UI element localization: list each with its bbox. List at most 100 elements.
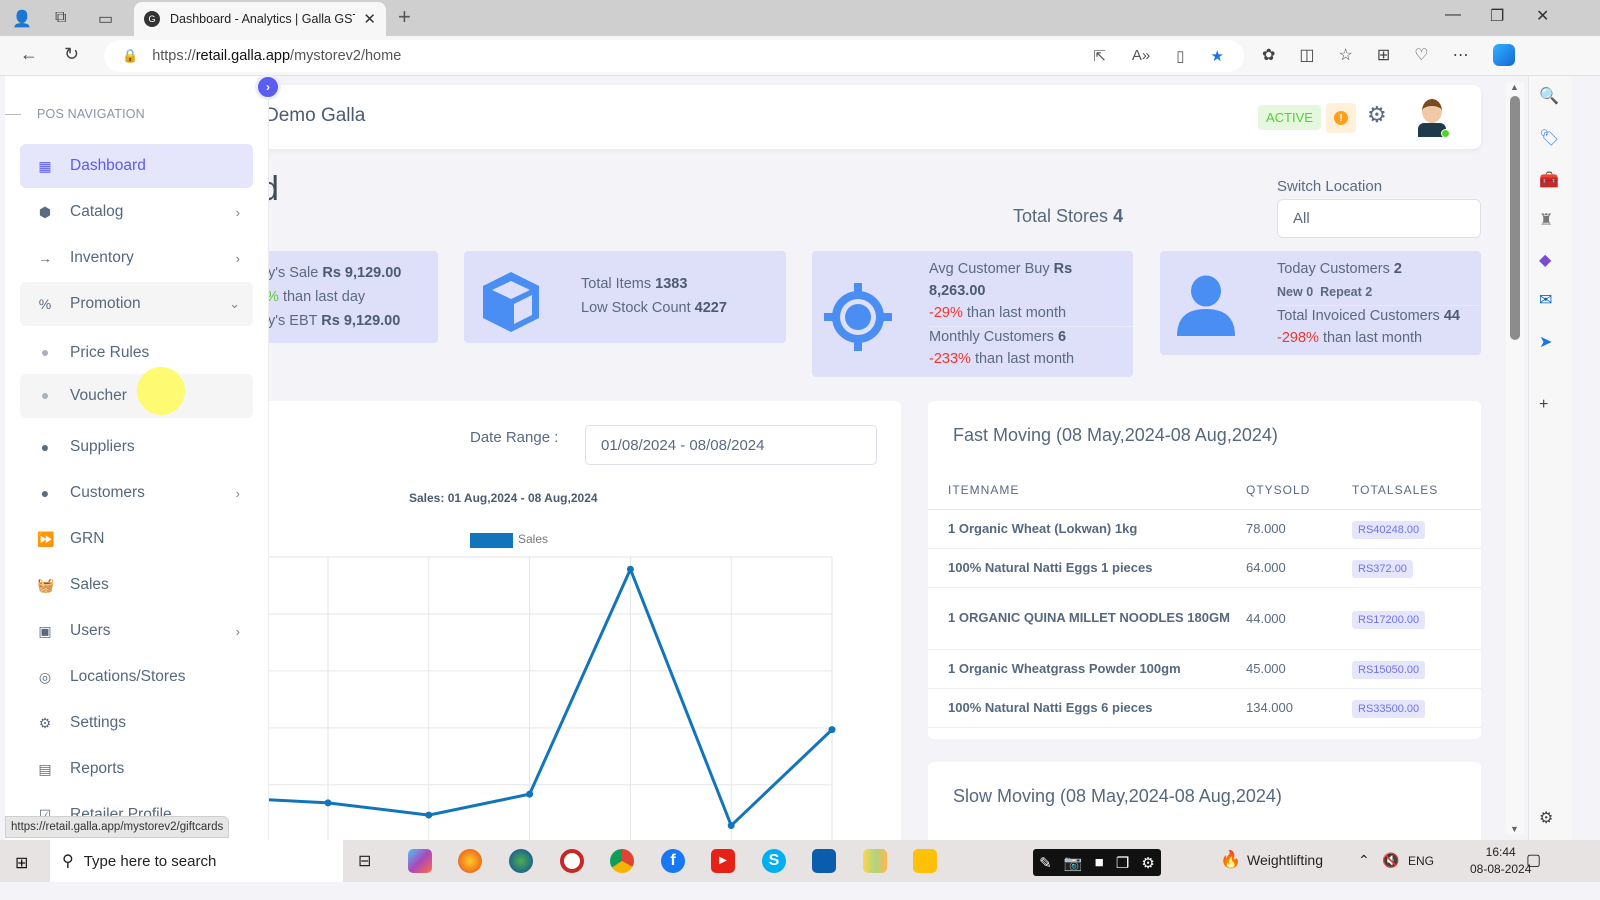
language-indicator[interactable]: ENG bbox=[1408, 854, 1434, 868]
page-scrollbar[interactable]: ▲ ▼ bbox=[1506, 82, 1524, 834]
pen-icon[interactable]: ✎ bbox=[1039, 854, 1052, 872]
sidebar-item-dashboard[interactable]: ▦ Dashboard bbox=[20, 144, 253, 188]
scrollbar-thumb[interactable] bbox=[1510, 96, 1520, 340]
split-screen-icon[interactable]: ◫ bbox=[1299, 45, 1314, 65]
copilot-taskbar-icon[interactable] bbox=[408, 849, 432, 873]
windows-start-icon[interactable]: ⊞ bbox=[15, 853, 28, 873]
switch-location-select[interactable]: All bbox=[1277, 199, 1481, 238]
minimize-button[interactable]: — bbox=[1445, 6, 1461, 24]
cursor-highlight bbox=[137, 367, 185, 415]
favorites-icon[interactable]: ☆ bbox=[1339, 45, 1353, 65]
table-row[interactable]: 1 ORGANIC QUINA MILLET NOODLES 180GM 44.0… bbox=[928, 587, 1481, 650]
notifications-icon[interactable]: ▢ bbox=[1526, 850, 1541, 870]
send-icon[interactable]: ➤ bbox=[1539, 332, 1552, 352]
games-icon[interactable]: ♜ bbox=[1539, 210, 1553, 230]
shopping-tag-icon[interactable]: 🏷 bbox=[1539, 128, 1559, 148]
table-row[interactable]: 100% Natural Natti Eggs 1 pieces 64.000 RS… bbox=[928, 548, 1481, 588]
lock-icon[interactable]: 🔒 bbox=[122, 48, 138, 64]
capture-settings-icon[interactable]: ⚙ bbox=[1141, 854, 1154, 872]
tools-icon[interactable]: 🧰 bbox=[1539, 170, 1559, 190]
sidebar-item-voucher[interactable]: Voucher bbox=[20, 374, 253, 418]
volume-muted-icon[interactable]: 🔇 bbox=[1382, 852, 1399, 869]
legend-swatch-sales[interactable] bbox=[470, 533, 513, 548]
taskbar-search-box[interactable]: ⚲ Type here to search bbox=[50, 840, 343, 882]
sidebar-item-sales[interactable]: 🧺 Sales bbox=[20, 563, 253, 607]
store-icon[interactable] bbox=[812, 849, 836, 873]
sidebar-item-suppliers[interactable]: ● Suppliers bbox=[20, 425, 253, 469]
microsoft365-icon[interactable]: ◆ bbox=[1539, 250, 1551, 270]
edge-icon[interactable] bbox=[509, 849, 533, 873]
sidebar-item-price-rules[interactable]: Price Rules bbox=[20, 331, 253, 375]
weather-icon[interactable]: 🔥 bbox=[1220, 850, 1241, 870]
today-sale-label: y's Sale bbox=[268, 265, 319, 281]
sidebar-item-catalog[interactable]: ⬢ Catalog › bbox=[20, 190, 253, 234]
task-view-icon[interactable]: ⊟ bbox=[358, 851, 371, 871]
close-tab-icon[interactable]: ✕ bbox=[363, 10, 376, 28]
browser-essentials-icon[interactable]: ♡ bbox=[1414, 45, 1428, 65]
recorder-icon[interactable] bbox=[560, 849, 584, 873]
search-icon[interactable]: 🔍 bbox=[1539, 86, 1559, 106]
close-window-button[interactable]: ✕ bbox=[1536, 6, 1549, 26]
profile-icon[interactable]: 👤 bbox=[12, 9, 32, 29]
sidebar-item-label: Locations/Stores bbox=[70, 668, 186, 685]
browser-tab-active[interactable]: G Dashboard - Analytics | Galla GST ✕ bbox=[134, 2, 386, 36]
refresh-button[interactable]: ↻ bbox=[64, 44, 79, 65]
video-icon[interactable]: ■ bbox=[1095, 854, 1104, 871]
sidebar-item-customers[interactable]: ● Customers › bbox=[20, 471, 253, 515]
sale-change-text: than last day bbox=[282, 289, 366, 305]
table-row[interactable]: 1 Organic Wheatgrass Powder 100gm 45.000 R… bbox=[928, 649, 1481, 689]
favorite-star-icon[interactable]: ★ bbox=[1211, 47, 1224, 65]
camera-icon[interactable]: 📷 bbox=[1064, 854, 1083, 872]
file-explorer-icon[interactable] bbox=[913, 849, 937, 873]
sidebar-item-promotion[interactable]: % Promotion ⌄ bbox=[20, 282, 253, 326]
alert-button[interactable]: ! bbox=[1326, 103, 1356, 133]
immersive-reader-icon[interactable]: ▯ bbox=[1176, 47, 1184, 65]
youtube-icon[interactable]: ▶ bbox=[711, 849, 735, 873]
sidebar-item-users[interactable]: ▣ Users › bbox=[20, 609, 253, 653]
settings-gear-icon[interactable]: ⚙ bbox=[1367, 102, 1387, 128]
sidebar-settings-icon[interactable]: ⚙ bbox=[1539, 808, 1553, 828]
items-stat-card: Total Items 1383 Low Stock Count 4227 bbox=[464, 251, 786, 343]
weather-text[interactable]: Weightlifting bbox=[1247, 852, 1323, 868]
open-in-app-icon[interactable]: ⇱ bbox=[1093, 47, 1106, 65]
firefox-icon[interactable] bbox=[458, 849, 482, 873]
table-row[interactable]: 100% Natural Natti Eggs 6 pieces 134.000 R… bbox=[928, 688, 1481, 728]
table-row[interactable]: 1 Organic Wheat (Lokwan) 1kg 78.000 RS4024… bbox=[928, 509, 1481, 549]
sales-data-point[interactable] bbox=[727, 822, 735, 830]
add-sidebar-app-icon[interactable]: + bbox=[1539, 396, 1548, 414]
read-aloud-icon[interactable]: A» bbox=[1132, 47, 1150, 65]
sidebar-item-grn[interactable]: ⏩ GRN bbox=[20, 517, 253, 561]
outlook-icon[interactable]: ✉ bbox=[1539, 290, 1552, 310]
facebook-icon[interactable]: f bbox=[661, 849, 685, 873]
address-bar[interactable]: 🔒 https://retail.galla.app/mystorev2/hom… bbox=[104, 40, 1244, 72]
more-options-icon[interactable]: ⋯ bbox=[1453, 45, 1469, 65]
window-icon[interactable]: ❐ bbox=[1116, 854, 1129, 872]
new-tab-button[interactable]: + bbox=[398, 4, 411, 30]
copilot-icon[interactable] bbox=[1492, 44, 1515, 66]
sidebar-toggle-button[interactable]: › bbox=[255, 74, 281, 100]
back-button[interactable]: ← bbox=[20, 44, 38, 65]
scroll-down-arrow-icon[interactable]: ▼ bbox=[1510, 824, 1519, 834]
tray-expand-icon[interactable]: ⌃ bbox=[1358, 852, 1370, 869]
tab-actions-icon[interactable]: ▭ bbox=[98, 9, 113, 29]
user-avatar[interactable] bbox=[1415, 99, 1450, 139]
workspaces-icon[interactable]: ⧉ bbox=[55, 9, 66, 27]
sidebar-item-reports[interactable]: ▤ Reports bbox=[20, 747, 253, 791]
chrome-icon[interactable] bbox=[610, 849, 634, 873]
app-icon[interactable] bbox=[863, 849, 887, 873]
sales-data-point[interactable] bbox=[324, 799, 332, 807]
collections-icon[interactable]: ⊞ bbox=[1377, 45, 1390, 65]
sales-data-point[interactable] bbox=[626, 565, 634, 573]
scroll-up-arrow-icon[interactable]: ▲ bbox=[1510, 82, 1519, 92]
sidebar-item-inventory[interactable]: → Inventory › bbox=[20, 236, 253, 280]
sales-data-point[interactable] bbox=[828, 726, 836, 734]
restore-button[interactable]: ❐ bbox=[1490, 6, 1504, 26]
sidebar-item-locations-stores[interactable]: ◎ Locations/Stores bbox=[20, 655, 253, 699]
extensions-icon[interactable]: ✿ bbox=[1262, 45, 1275, 65]
skype-icon[interactable]: S bbox=[762, 849, 786, 873]
date-range-input[interactable]: 01/08/2024 - 08/08/2024 bbox=[585, 425, 877, 465]
sales-data-point[interactable] bbox=[526, 790, 534, 798]
taskbar-clock[interactable]: 16:44 08-08-2024 bbox=[1470, 844, 1531, 878]
sales-data-point[interactable] bbox=[425, 811, 433, 819]
sidebar-item-settings[interactable]: ⚙ Settings bbox=[20, 701, 253, 745]
